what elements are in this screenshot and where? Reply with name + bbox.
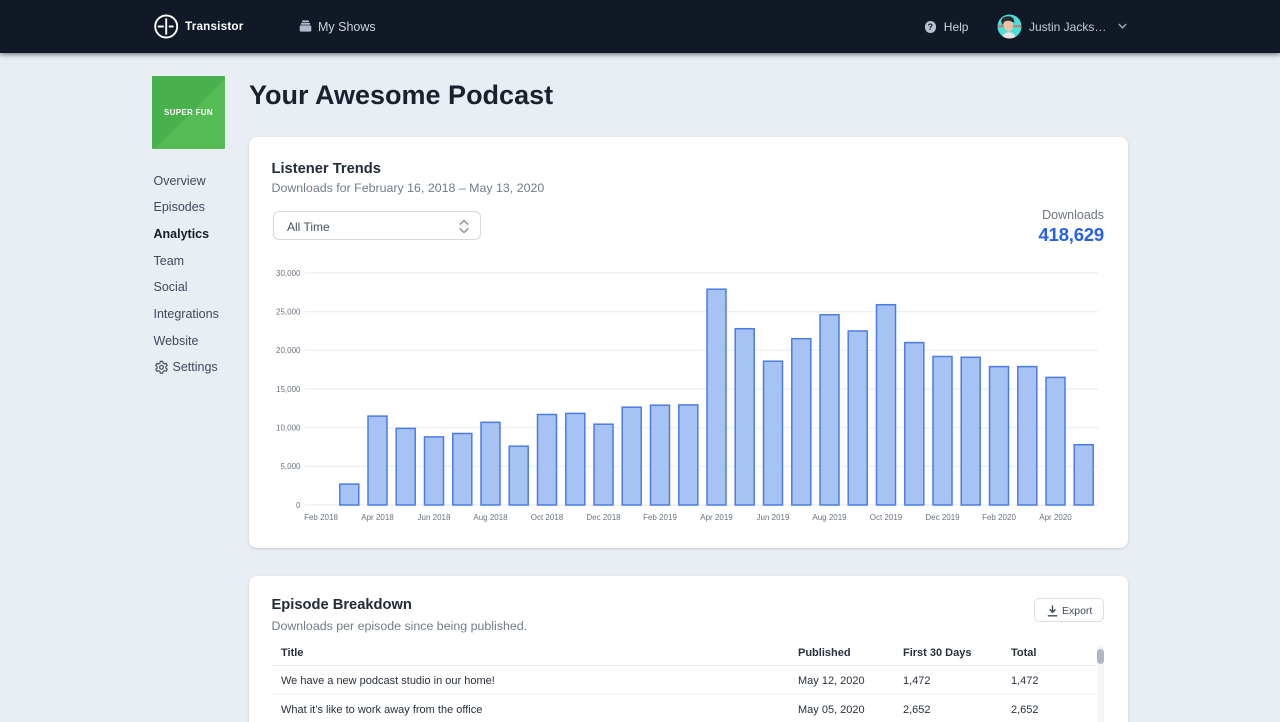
svg-text:Jun 2018: Jun 2018 <box>418 513 451 522</box>
svg-text:Feb 2018: Feb 2018 <box>304 513 338 522</box>
svg-text:0: 0 <box>296 501 301 510</box>
svg-text:25,000: 25,000 <box>276 308 301 317</box>
svg-text:Feb 2019: Feb 2019 <box>643 513 677 522</box>
svg-text:Apr 2020: Apr 2020 <box>1039 513 1072 522</box>
svg-text:Aug 2018: Aug 2018 <box>473 513 508 522</box>
svg-text:Oct 2018: Oct 2018 <box>531 513 564 522</box>
svg-text:Aug 2019: Aug 2019 <box>812 513 847 522</box>
svg-text:10,000: 10,000 <box>276 424 301 433</box>
svg-text:Dec 2018: Dec 2018 <box>586 513 621 522</box>
svg-text:20,000: 20,000 <box>276 346 301 355</box>
svg-text:Apr 2019: Apr 2019 <box>700 513 733 522</box>
svg-text:Apr 2018: Apr 2018 <box>361 513 394 522</box>
svg-text:Jun 2019: Jun 2019 <box>757 513 790 522</box>
svg-text:5,000: 5,000 <box>280 462 301 471</box>
svg-text:15,000: 15,000 <box>276 385 301 394</box>
svg-text:Oct 2019: Oct 2019 <box>870 513 903 522</box>
svg-text:Dec 2019: Dec 2019 <box>925 513 960 522</box>
svg-text:30,000: 30,000 <box>276 269 301 278</box>
svg-text:Feb 2020: Feb 2020 <box>982 513 1016 522</box>
